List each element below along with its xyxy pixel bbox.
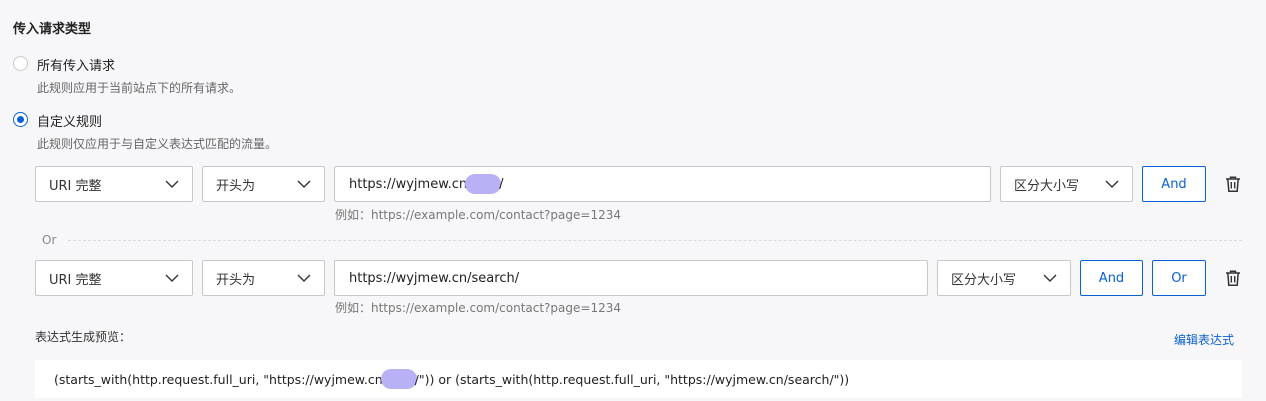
rule2-hint: 例如：https://example.com/contact?page=1234 [335, 301, 621, 315]
rule2-operator-select[interactable]: 开头为 [202, 260, 325, 296]
rule2-case-select[interactable]: 区分大小写 [937, 260, 1071, 296]
rule1-field-value: URI 完整 [49, 178, 102, 194]
redacted-mark [465, 174, 502, 194]
expression-preview: (starts_with(http.request.full_uri, "htt… [35, 360, 1242, 398]
rule2-operator-value: 开头为 [216, 272, 256, 288]
or-divider [68, 240, 1242, 241]
rule1-value-prefix: https://wyjmew.cn [349, 176, 468, 192]
rule2-value-input[interactable]: https://wyjmew.cn/search/ [334, 260, 928, 296]
option-all-requests-desc: 此规则应用于当前站点下的所有请求。 [37, 81, 242, 95]
preview-part1: (starts_with(http.request.full_uri, "htt… [54, 371, 383, 387]
rule1-operator-select[interactable]: 开头为 [202, 166, 325, 202]
chevron-down-icon [165, 180, 179, 188]
rule1-field-select[interactable]: URI 完整 [35, 166, 193, 202]
redacted-mark [380, 369, 417, 389]
rule2-or-button[interactable]: Or [1152, 260, 1206, 296]
rule1-value-input[interactable]: https://wyjmew.cn / [334, 166, 991, 202]
chevron-down-icon [1105, 180, 1119, 188]
rule2-case-value: 区分大小写 [951, 272, 1017, 288]
chevron-down-icon [1043, 274, 1057, 282]
rule2-field-select[interactable]: URI 完整 [35, 260, 193, 296]
rule1-operator-value: 开头为 [216, 178, 256, 194]
chevron-down-icon [297, 274, 311, 282]
trash-icon[interactable] [1224, 175, 1242, 193]
option-custom-rule-label[interactable]: 自定义规则 [37, 111, 102, 130]
trash-icon[interactable] [1224, 269, 1242, 287]
chevron-down-icon [297, 180, 311, 188]
rule1-case-value: 区分大小写 [1014, 178, 1080, 194]
rule1-hint: 例如：https://example.com/contact?page=1234 [335, 208, 621, 222]
radio-custom-rule[interactable] [13, 112, 28, 127]
radio-all-requests[interactable] [13, 56, 28, 71]
rule1-value-suffix: / [499, 176, 504, 192]
option-custom-rule-desc: 此规则仅应用于与自定义表达式匹配的流量。 [37, 137, 278, 151]
option-all-requests-label[interactable]: 所有传入请求 [37, 55, 115, 74]
preview-part2: /")) or (starts_with(http.request.full_u… [414, 371, 850, 387]
rule2-and-button[interactable]: And [1080, 260, 1143, 296]
chevron-down-icon [165, 274, 179, 282]
section-title: 传入请求类型 [13, 22, 92, 37]
preview-label: 表达式生成预览： [35, 330, 132, 344]
rule1-case-select[interactable]: 区分大小写 [1000, 166, 1133, 202]
rule2-field-value: URI 完整 [49, 272, 102, 288]
edit-expression-link[interactable]: 编辑表达式 [1174, 331, 1234, 348]
rule1-and-button[interactable]: And [1142, 166, 1206, 202]
or-separator-label: Or [42, 233, 57, 247]
rule2-value-text: https://wyjmew.cn/search/ [349, 270, 520, 286]
